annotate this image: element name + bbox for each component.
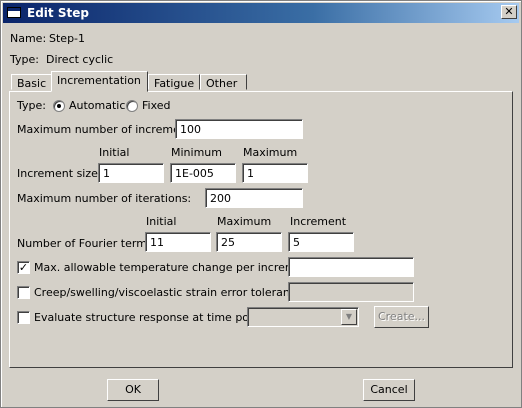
temp-change-checkbox[interactable]: ✓ bbox=[17, 261, 30, 274]
create-button[interactable]: Create... bbox=[374, 306, 429, 328]
max-increments-label: Maximum number of increments: bbox=[17, 123, 201, 136]
name-label: Name: bbox=[10, 32, 47, 45]
increment-maximum-input[interactable] bbox=[242, 163, 308, 183]
creep-tolerance-checkbox[interactable] bbox=[17, 286, 30, 299]
automatic-label: Automatic bbox=[69, 99, 126, 112]
fourier-initial-input[interactable] bbox=[145, 232, 211, 252]
window-title: Edit Step bbox=[27, 6, 89, 20]
increment-initial-input[interactable] bbox=[98, 163, 164, 183]
increment-minimum-input[interactable] bbox=[170, 163, 236, 183]
automatic-radio[interactable] bbox=[53, 100, 65, 112]
max-iterations-label: Maximum number of iterations: bbox=[17, 192, 192, 205]
max-iterations-input[interactable] bbox=[205, 188, 303, 208]
radio-selected-dot bbox=[57, 104, 61, 108]
fourier-maximum-header: Maximum bbox=[217, 215, 272, 228]
type-value: Direct cyclic bbox=[46, 53, 114, 66]
temp-change-label: Max. allowable temperature change per in… bbox=[34, 261, 318, 274]
evaluate-response-checkbox[interactable] bbox=[17, 311, 30, 324]
fourier-maximum-input[interactable] bbox=[216, 232, 282, 252]
close-button[interactable]: ✕ bbox=[501, 5, 517, 19]
tab-basic[interactable]: Basic bbox=[11, 74, 52, 90]
incrementation-panel: Type: Automatic Fixed Maximum number of … bbox=[9, 91, 513, 368]
tab-other[interactable]: Other bbox=[200, 74, 247, 90]
title-bar[interactable]: Edit Step ✕ bbox=[3, 3, 519, 23]
evaluate-response-label: Evaluate structure response at time poin… bbox=[34, 311, 273, 324]
ok-button[interactable]: OK bbox=[107, 379, 159, 401]
tab-fatigue[interactable]: Fatigue bbox=[148, 74, 200, 90]
fourier-terms-label: Number of Fourier terms: bbox=[17, 237, 157, 250]
fourier-increment-input[interactable] bbox=[288, 232, 354, 252]
fixed-radio[interactable] bbox=[126, 100, 138, 112]
fourier-increment-header: Increment bbox=[290, 215, 347, 228]
fourier-initial-header: Initial bbox=[146, 215, 177, 228]
tab-incrementation[interactable]: Incrementation bbox=[51, 71, 148, 92]
increment-maximum-header: Maximum bbox=[243, 146, 298, 159]
name-value: Step-1 bbox=[49, 32, 86, 45]
type-label: Type: bbox=[10, 53, 39, 66]
increment-size-label: Increment size: bbox=[17, 167, 102, 180]
increment-initial-header: Initial bbox=[99, 146, 130, 159]
time-points-select[interactable]: ▼ bbox=[247, 307, 359, 327]
temp-change-input[interactable] bbox=[288, 257, 414, 277]
creep-tolerance-input[interactable] bbox=[288, 282, 414, 302]
window-icon bbox=[7, 7, 21, 18]
creep-tolerance-label: Creep/swelling/viscoelastic strain error… bbox=[34, 286, 307, 299]
increment-type-label: Type: bbox=[17, 99, 46, 112]
max-increments-input[interactable] bbox=[175, 119, 303, 139]
cancel-button[interactable]: Cancel bbox=[363, 379, 415, 401]
fixed-label: Fixed bbox=[142, 99, 171, 112]
increment-minimum-header: Minimum bbox=[171, 146, 222, 159]
edit-step-dialog: Edit Step ✕ Name: Step-1 Type: Direct cy… bbox=[0, 0, 522, 408]
chevron-down-icon: ▼ bbox=[341, 309, 357, 325]
